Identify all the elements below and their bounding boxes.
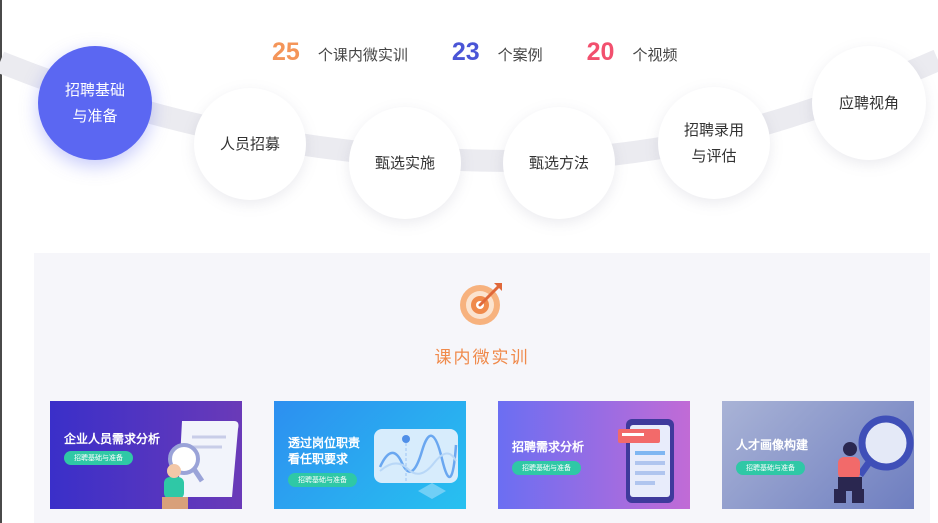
node-selection-methods[interactable]: 甄选方法	[503, 107, 615, 219]
node-label: 甄选实施	[374, 154, 435, 172]
node-label: 与准备	[72, 107, 118, 125]
section-title: 课内微实训	[434, 348, 530, 368]
card-title-line: 看任职要求	[288, 452, 349, 466]
card-tag: 招聘基础与准备	[64, 451, 133, 465]
card-title: 人才画像构建	[736, 437, 808, 453]
node-label: 人员招募	[219, 135, 280, 153]
course-card[interactable]: 企业人员需求分析 招聘基础与准备	[50, 401, 242, 509]
node-label: 与评估	[691, 147, 737, 165]
course-card[interactable]: 招聘需求分析 招聘基础与准备	[498, 401, 690, 509]
card-title-line: 人才画像构建	[736, 438, 809, 452]
training-panel: 课内微实训 企业人员需求分析 招聘基础与准备 透过岗位职责 看任职要求 招聘基础…	[34, 253, 930, 523]
stat-trainings: 25 个课内微实训	[272, 38, 408, 67]
card-title-line: 招聘需求分析	[512, 440, 585, 454]
node-recruit-basics[interactable]: 招聘基础 与准备	[38, 46, 152, 160]
stat-label: 个案例	[497, 46, 543, 64]
node-selection-impl[interactable]: 甄选实施	[349, 107, 461, 219]
card-title: 招聘需求分析	[512, 439, 584, 455]
stat-label: 个课内微实训	[317, 46, 408, 64]
card-title-line: 透过岗位职责	[288, 436, 361, 450]
stat-videos: 20 个视频	[587, 38, 678, 67]
course-card[interactable]: 人才画像构建 招聘基础与准备	[722, 401, 914, 509]
stat-number: 20	[586, 38, 615, 66]
card-title: 透过岗位职责 看任职要求	[288, 435, 360, 467]
card-tag: 招聘基础与准备	[512, 461, 581, 475]
stats-bar: 25 个课内微实训 23 个案例 20 个视频	[272, 38, 721, 67]
magnifier-document-icon	[162, 421, 239, 509]
mobile-form-icon	[618, 419, 674, 503]
node-label: 应聘视角	[838, 94, 899, 112]
course-card[interactable]: 透过岗位职责 看任职要求 招聘基础与准备	[274, 401, 466, 509]
stat-label: 个视频	[632, 46, 678, 64]
card-list: 企业人员需求分析 招聘基础与准备 透过岗位职责 看任职要求 招聘基础与准备 招聘…	[50, 401, 938, 509]
target-icon	[460, 283, 502, 325]
card-title-line: 企业人员需求分析	[64, 432, 161, 446]
node-recruitment[interactable]: 人员招募	[194, 88, 306, 200]
node-label: 招聘基础	[64, 81, 125, 99]
stat-cases: 23 个案例	[452, 38, 543, 67]
node-label: 甄选方法	[528, 154, 589, 172]
node-applicant-view[interactable]: 应聘视角	[812, 46, 926, 160]
node-label: 招聘录用	[683, 121, 744, 139]
line-chart-icon	[374, 429, 458, 499]
card-title: 企业人员需求分析	[64, 431, 160, 447]
node-hiring-evaluation[interactable]: 招聘录用 与评估	[658, 87, 770, 199]
card-tag: 招聘基础与准备	[736, 461, 805, 475]
person-magnifier-icon	[834, 415, 914, 503]
stat-number: 25	[272, 38, 300, 66]
stat-number: 23	[451, 38, 480, 66]
card-tag: 招聘基础与准备	[288, 473, 357, 487]
